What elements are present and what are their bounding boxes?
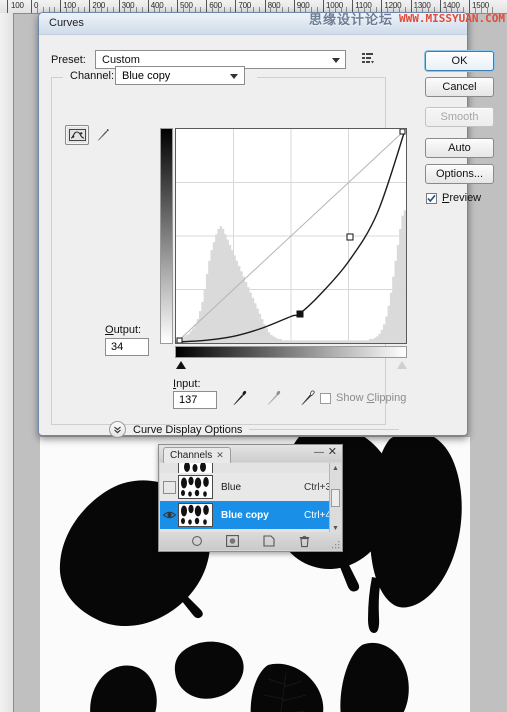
curves-dialog: Curves Preset: Custom Channel: Blue copy… xyxy=(38,12,494,438)
ruler-label: 100 xyxy=(11,1,24,10)
channels-scrollbar[interactable]: ▲ ▼ xyxy=(329,463,341,533)
preview-checkbox[interactable] xyxy=(426,192,437,204)
divider xyxy=(249,429,399,430)
channel-thumbnail xyxy=(178,475,213,499)
scrollbar-thumb[interactable] xyxy=(331,489,340,507)
curve-point-tool-icon xyxy=(68,129,86,141)
eye-icon xyxy=(162,511,176,519)
table-row[interactable]: Blue Ctrl+3 xyxy=(160,473,341,501)
output-label: Output: xyxy=(105,324,142,336)
input-value: 137 xyxy=(179,394,198,406)
preset-options-icon[interactable] xyxy=(359,49,377,67)
channels-list[interactable]: Blue Ctrl+3 Blue copy Ctrl+4 xyxy=(160,463,341,533)
close-icon[interactable]: ✕ xyxy=(216,450,224,461)
input-input[interactable]: 137 xyxy=(173,391,217,409)
preview-row[interactable]: Preview xyxy=(426,192,481,204)
delete-channel-icon[interactable] xyxy=(298,534,312,548)
input-gradient-bar xyxy=(175,346,407,358)
black-point-eyedropper[interactable] xyxy=(231,389,249,407)
ruler-tick xyxy=(31,0,32,13)
ruler-minor-tick xyxy=(474,7,476,13)
group-frame-top-right xyxy=(257,77,386,78)
visibility-toggle[interactable] xyxy=(160,473,178,501)
smooth-button: Smooth xyxy=(425,107,494,127)
options-button[interactable]: Options... xyxy=(425,164,494,184)
visibility-toggle[interactable] xyxy=(160,501,178,529)
ruler-minor-tick xyxy=(486,7,488,13)
control-point-selected xyxy=(346,233,354,241)
ok-button[interactable]: OK xyxy=(425,51,494,71)
channels-panel: Channels ✕ — ✕ Blue Ctrl+3 Blue copy Ctr… xyxy=(158,444,343,552)
photoshop-workspace: 100 0 100 200 300 400 500 600 700 800 900 1000 1100 1… xyxy=(0,0,507,712)
pencil-tool-button[interactable] xyxy=(92,126,114,144)
eyedropper-group xyxy=(231,389,317,407)
cancel-button[interactable]: Cancel xyxy=(425,77,494,97)
ruler-minor-tick xyxy=(480,7,482,13)
pencil-icon xyxy=(97,129,109,141)
channel-name: Blue xyxy=(221,481,242,493)
show-clipping-row[interactable]: Show Clipping xyxy=(320,392,406,404)
output-input[interactable]: 34 xyxy=(105,338,149,356)
input-label: Input: xyxy=(173,378,201,390)
table-row[interactable]: Blue copy Ctrl+4 xyxy=(160,501,341,529)
channel-name: Blue copy xyxy=(221,509,269,521)
auto-button[interactable]: Auto xyxy=(425,138,494,158)
black-point-slider[interactable] xyxy=(176,361,186,369)
curve-graph[interactable] xyxy=(175,128,407,344)
control-point-mid xyxy=(296,310,304,318)
tab-channels-label: Channels xyxy=(170,450,213,461)
curves-dialog-title: Curves xyxy=(49,17,84,29)
eye-icon-off xyxy=(162,480,176,494)
channels-panel-footer xyxy=(160,532,341,550)
load-selection-icon[interactable] xyxy=(190,534,204,548)
curve-graph-area xyxy=(160,125,408,369)
channel-thumbnail xyxy=(178,503,213,527)
group-frame-top-left xyxy=(51,77,63,78)
ruler-tick xyxy=(469,0,470,13)
curve-tools xyxy=(65,125,114,145)
channel-label: Channel: xyxy=(67,70,118,82)
curves-dialog-body: Preset: Custom Channel: Blue copy Output… xyxy=(39,35,494,438)
show-clipping-label: Show Clipping xyxy=(336,392,407,404)
preset-value: Custom xyxy=(102,53,140,66)
curve-point-tool-button[interactable] xyxy=(65,125,89,145)
white-point-eyedropper[interactable] xyxy=(299,389,317,407)
control-point-black xyxy=(176,337,183,343)
output-value: 34 xyxy=(111,341,124,353)
chevron-down-icon xyxy=(332,58,340,63)
scroll-up-icon[interactable]: ▲ xyxy=(330,463,341,473)
checkmark-icon xyxy=(427,194,436,202)
preview-label: Preview xyxy=(442,192,482,204)
minimize-icon[interactable]: — xyxy=(314,447,324,458)
resize-grip[interactable] xyxy=(332,541,340,549)
new-channel-icon[interactable] xyxy=(262,534,276,548)
ruler-minor-tick xyxy=(36,7,38,13)
white-point-slider[interactable] xyxy=(397,361,407,369)
gray-point-eyedropper[interactable] xyxy=(265,389,283,407)
output-gradient-bar xyxy=(160,128,173,344)
curves-dialog-titlebar[interactable]: Curves xyxy=(39,13,467,35)
chevron-double-down-icon[interactable] xyxy=(109,421,126,438)
control-point-white xyxy=(399,129,406,135)
curve-display-options-row[interactable]: Curve Display Options xyxy=(109,421,399,438)
channel-value: Blue copy xyxy=(122,69,171,82)
tab-channels[interactable]: Channels ✕ xyxy=(163,447,231,463)
list-item[interactable] xyxy=(160,463,341,474)
curve-display-options-label: Curve Display Options xyxy=(133,423,243,436)
channel-dropdown[interactable]: Blue copy xyxy=(115,66,245,85)
panel-close-icon[interactable]: ✕ xyxy=(328,445,337,458)
chevron-down-icon xyxy=(230,74,238,79)
ruler-vertical xyxy=(0,13,14,712)
ruler-minor-tick xyxy=(492,7,494,13)
preset-label: Preset: xyxy=(51,54,86,66)
save-selection-as-channel-icon[interactable] xyxy=(226,534,240,548)
show-clipping-checkbox[interactable] xyxy=(320,392,331,404)
